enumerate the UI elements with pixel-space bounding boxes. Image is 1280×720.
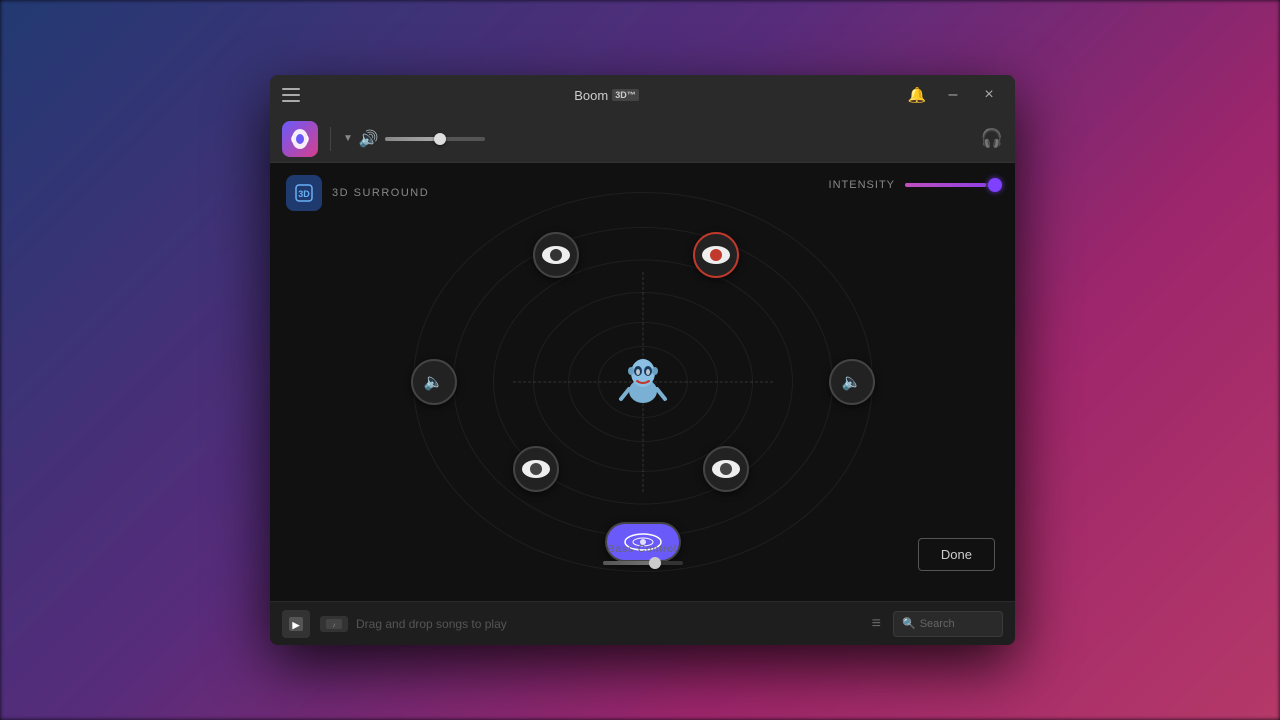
minimize-icon: – [949,86,958,104]
eye-icon-front-left [542,246,570,264]
svg-text:3D: 3D [298,189,310,199]
menu-button[interactable] [282,81,310,109]
drag-drop-text: Drag and drop songs to play [356,617,507,631]
eye-icon-rear-left [522,460,550,478]
search-icon: 🔍 [902,617,916,630]
eye-icon-rear-right [712,460,740,478]
character-icon [615,349,671,409]
music-icon: ♪ [325,618,343,630]
bass-control: Bass Control [603,544,683,565]
sort-button[interactable]: ≡ [868,611,885,637]
bass-thumb[interactable] [649,557,661,569]
dropdown-arrow-icon[interactable]: ▼ [343,133,353,144]
intensity-thumb[interactable] [988,178,1002,192]
pupil-front-left [550,249,562,261]
circles-container: 🔈 🔈 [403,182,883,582]
search-placeholder: Search [920,618,955,630]
volume-thumb[interactable] [434,133,446,145]
volume-icon: 🔊 [359,129,379,149]
svg-text:▶: ▶ [292,620,301,630]
pupil-rear-right [720,463,732,475]
drop-area[interactable]: ♪ Drag and drop songs to play [320,616,858,632]
bass-fill [603,561,655,565]
speaker-circle-front-left [533,232,579,278]
surround-icon[interactable]: 3D [286,175,322,211]
window-controls: 🔔 – × [903,81,1003,109]
speaker-right[interactable]: 🔈 [829,359,875,405]
minimize-button[interactable]: – [939,81,967,109]
speaker-circle-right: 🔈 [829,359,875,405]
surround-label: 3D SURROUND [332,187,429,199]
close-icon: × [984,86,993,104]
notifications-button[interactable]: 🔔 [903,81,931,109]
headphone-icon[interactable]: 🎧 [981,128,1003,149]
speaker-left[interactable]: 🔈 [411,359,457,405]
surround-visualization: 🔈 🔈 [270,163,1015,601]
speaker-circle-rear-left [513,446,559,492]
volume-fill [385,137,440,141]
toolbar-separator [330,127,331,151]
speaker-front-left[interactable] [533,232,579,278]
intensity-label: INTENSITY [829,179,895,191]
eye-icon-front-right [702,246,730,264]
volume-right-icon: 🔈 [842,372,862,392]
app-title-text: Boom [574,88,608,103]
intensity-fill [905,183,986,187]
3d-surround-icon: 3D [293,182,315,204]
search-box[interactable]: 🔍 Search [893,611,1003,637]
speaker-circle-front-right [693,232,739,278]
pupil-rear-left [530,463,542,475]
bottom-controls: ≡ 🔍 Search [868,611,1003,637]
title-bar: Boom 3D™ 🔔 – × [270,75,1015,115]
app-logo[interactable] [282,121,318,157]
bass-slider[interactable] [603,561,683,565]
speaker-rear-left[interactable] [513,446,559,492]
speaker-circle-rear-right [703,446,749,492]
app-title-badge: 3D™ [612,89,639,101]
bottom-logo-icon: ▶ [288,616,304,632]
speaker-circle-left: 🔈 [411,359,457,405]
pupil-front-right [710,249,722,261]
bottom-logo[interactable]: ▶ [282,610,310,638]
music-file-icon: ♪ [320,616,348,632]
bottom-bar: ▶ ♪ Drag and drop songs to play ≡ 🔍 Sear… [270,601,1015,645]
app-window: Boom 3D™ 🔔 – × ▼ 🔊 [270,75,1015,645]
toolbar: ▼ 🔊 🎧 [270,115,1015,163]
intensity-control: INTENSITY [829,179,995,191]
center-character [613,349,673,409]
svg-text:♪: ♪ [332,622,336,629]
volume-left-icon: 🔈 [424,372,444,392]
speaker-rear-right[interactable] [703,446,749,492]
volume-group: ▼ 🔊 [343,129,485,149]
speaker-front-right[interactable] [693,232,739,278]
done-button[interactable]: Done [918,538,995,571]
close-button[interactable]: × [975,81,1003,109]
surround-header: 3D 3D SURROUND [286,175,429,211]
main-content: 3D 3D SURROUND INTENSITY [270,163,1015,601]
intensity-slider[interactable] [905,183,995,187]
app-title: Boom 3D™ [310,88,903,103]
bass-label: Bass Control [608,544,677,555]
volume-slider[interactable] [385,137,485,141]
logo-icon [289,128,311,150]
